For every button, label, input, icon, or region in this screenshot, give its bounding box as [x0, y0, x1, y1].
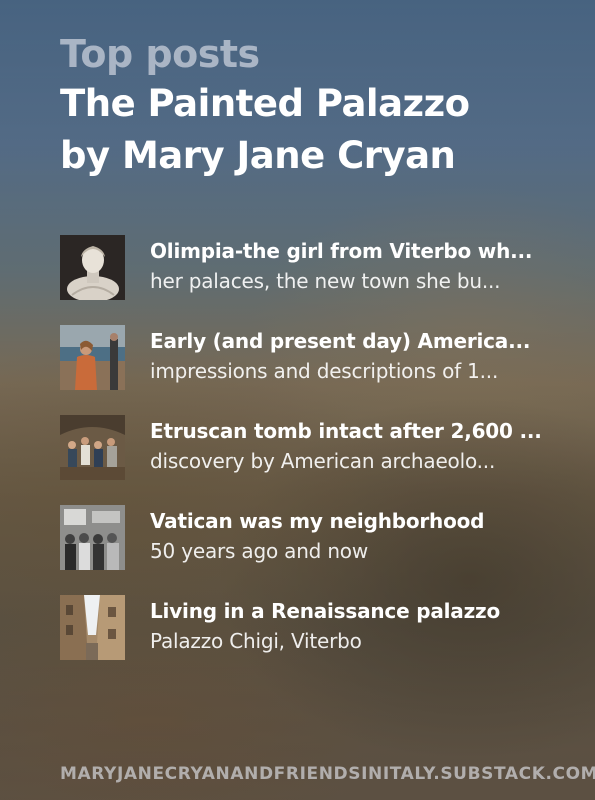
- post-thumbnail-woman-by-sea[interactable]: [60, 325, 125, 390]
- woman-by-sea-icon: [60, 325, 125, 390]
- post-title[interactable]: Living in a Renaissance palazzo: [150, 596, 550, 626]
- top-posts-list: Olimpia-the girl from Viterbo wh... her …: [60, 235, 560, 685]
- post-subtitle: discovery by American archaeolo...: [150, 449, 496, 473]
- post-text: Early (and present day) America... impre…: [150, 325, 550, 386]
- post-thumbnail-narrow-street[interactable]: [60, 595, 125, 660]
- post-text: Olimpia-the girl from Viterbo wh... her …: [150, 235, 550, 296]
- post-title[interactable]: Olimpia-the girl from Viterbo wh...: [150, 236, 550, 266]
- post-thumbnail-marble-bust[interactable]: [60, 235, 125, 300]
- section-kicker: Top posts: [60, 32, 260, 76]
- publication-url[interactable]: MARYJANECRYANANDFRIENDSINITALY.SUBSTACK.…: [60, 764, 595, 784]
- post-subtitle: impressions and descriptions of 1...: [150, 359, 499, 383]
- post-item[interactable]: Olimpia-the girl from Viterbo wh... her …: [60, 235, 560, 300]
- post-item[interactable]: Vatican was my neighborhood 50 years ago…: [60, 505, 560, 570]
- vintage-group-icon: [60, 505, 125, 570]
- marble-bust-icon: [60, 235, 125, 300]
- post-subtitle: her palaces, the new town she bu...: [150, 269, 501, 293]
- post-text: Living in a Renaissance palazzo Palazzo …: [150, 595, 550, 656]
- post-subtitle: Palazzo Chigi, Viterbo: [150, 629, 362, 653]
- publication-title-line1: The Painted Palazzo: [60, 82, 470, 125]
- narrow-street-icon: [60, 595, 125, 660]
- header: Top posts The Painted Palazzo by Mary Ja…: [60, 30, 575, 182]
- post-title[interactable]: Etruscan tomb intact after 2,600 ...: [150, 416, 550, 446]
- post-subtitle: 50 years ago and now: [150, 539, 369, 563]
- publication-title-line2: by Mary Jane Cryan: [60, 134, 456, 177]
- post-item[interactable]: Etruscan tomb intact after 2,600 ... dis…: [60, 415, 560, 480]
- post-title[interactable]: Vatican was my neighborhood: [150, 506, 550, 536]
- post-thumbnail-vintage-group[interactable]: [60, 505, 125, 570]
- post-title[interactable]: Early (and present day) America...: [150, 326, 550, 356]
- post-text: Vatican was my neighborhood 50 years ago…: [150, 505, 550, 566]
- post-text: Etruscan tomb intact after 2,600 ... dis…: [150, 415, 550, 476]
- post-item[interactable]: Living in a Renaissance palazzo Palazzo …: [60, 595, 560, 660]
- post-item[interactable]: Early (and present day) America... impre…: [60, 325, 560, 390]
- group-in-tomb-icon: [60, 415, 125, 480]
- post-thumbnail-group-in-tomb[interactable]: [60, 415, 125, 480]
